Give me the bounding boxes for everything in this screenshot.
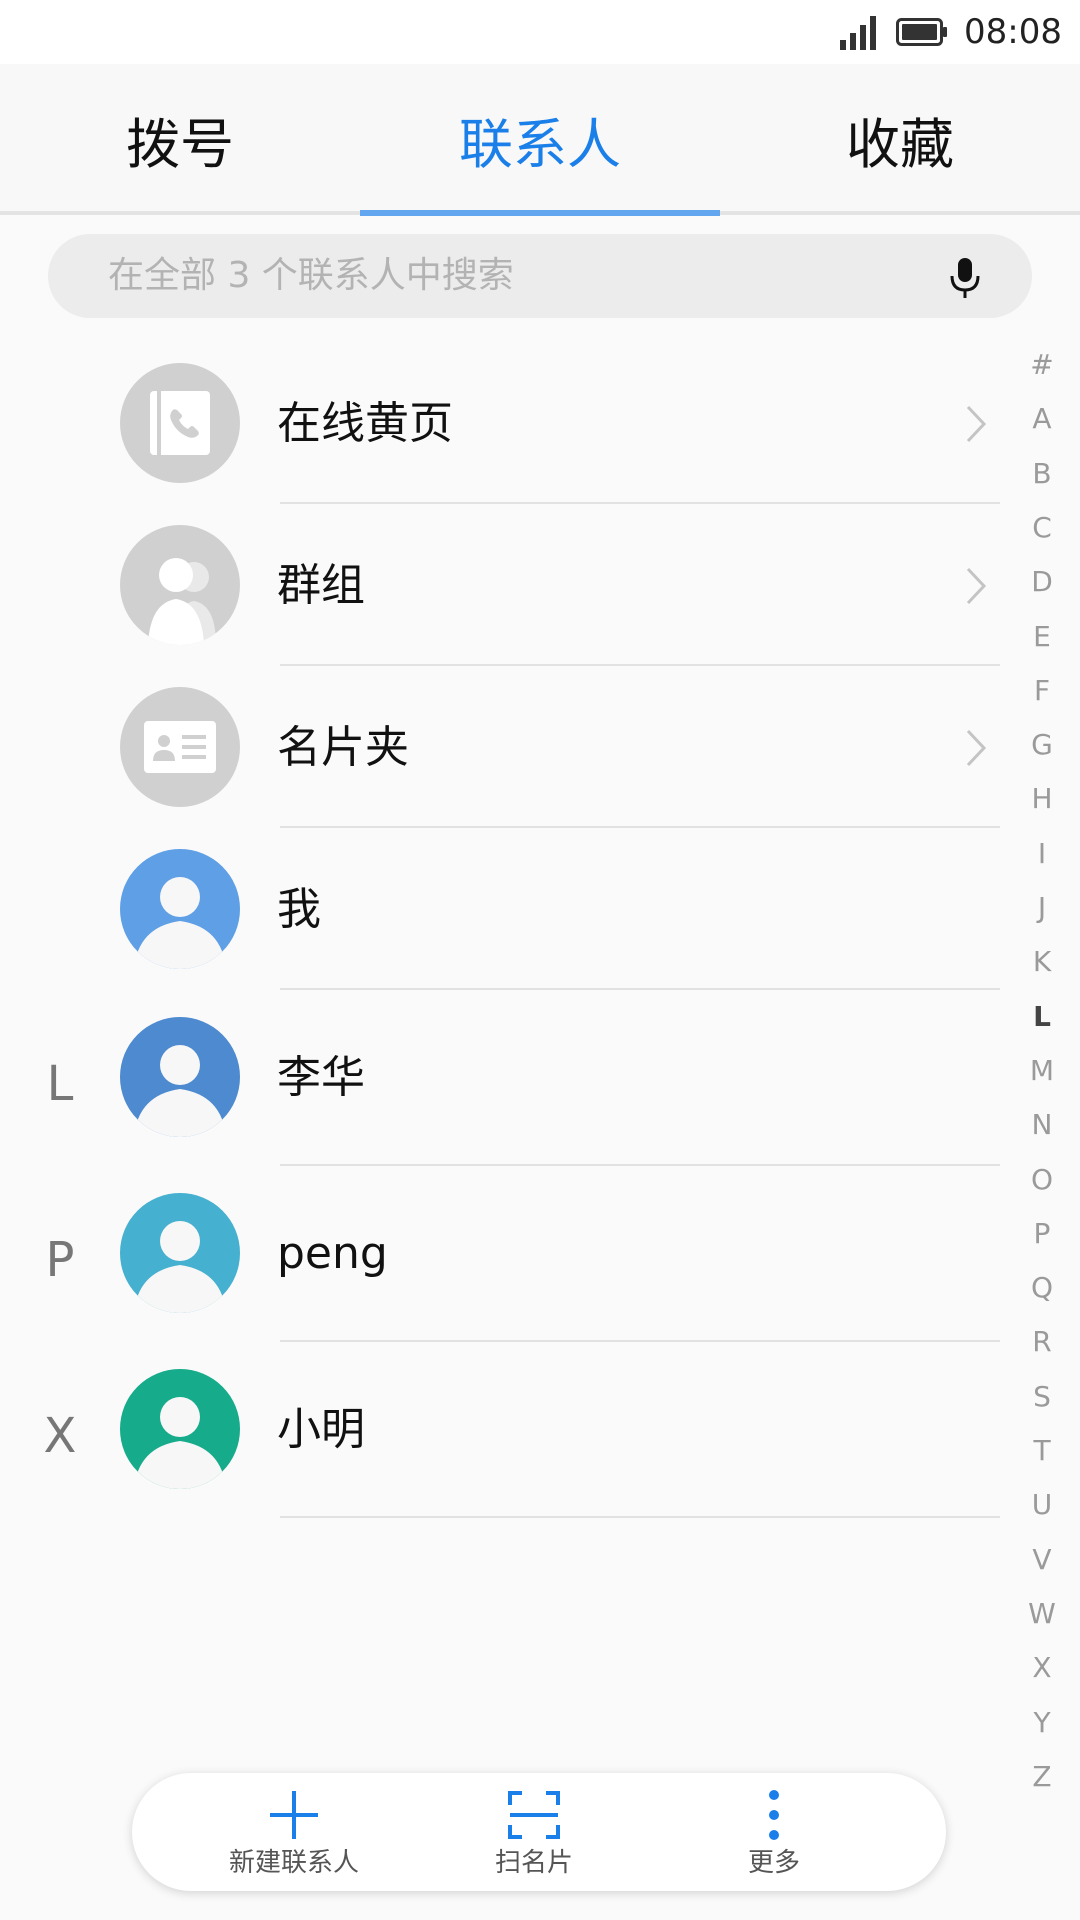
alphabet-index-item[interactable]: H [1020, 779, 1064, 819]
me-label: 我 [277, 884, 321, 935]
divider [280, 1516, 1000, 1518]
alphabet-index-item[interactable]: I [1020, 834, 1064, 874]
alphabet-index-item[interactable]: K [1020, 942, 1064, 982]
alphabet-index-item[interactable]: X [1020, 1648, 1064, 1688]
alphabet-index-item[interactable]: B [1020, 454, 1064, 494]
alphabet-index-item[interactable]: N [1020, 1105, 1064, 1145]
divider [280, 988, 1000, 990]
divider [280, 502, 1000, 504]
chevron-right-icon [966, 567, 987, 605]
alphabet-index-item[interactable]: G [1020, 725, 1064, 765]
alphabet-index-item[interactable]: L [1020, 997, 1064, 1037]
divider [280, 1164, 1000, 1166]
section-letter: X [43, 1408, 77, 1464]
new-contact-label: 新建联系人 [228, 1848, 359, 1878]
alphabet-index-item[interactable]: M [1020, 1051, 1064, 1091]
search-placeholder: 在全部 3 个联系人中搜索 [108, 255, 514, 296]
business-cards-label: 名片夹 [277, 722, 409, 773]
alphabet-index-item[interactable]: C [1020, 508, 1064, 548]
more-button[interactable]: 更多 [674, 1773, 874, 1891]
active-tab-indicator [360, 210, 720, 216]
tab-dialer[interactable]: 拨号 [0, 64, 360, 214]
group-icon [120, 525, 240, 645]
search-input[interactable]: 在全部 3 个联系人中搜索 [48, 234, 1032, 318]
section-letter: P [45, 1232, 75, 1288]
contact-name: 李华 [277, 1052, 365, 1103]
tab-contacts[interactable]: 联系人 [360, 64, 720, 214]
mic-icon[interactable] [948, 256, 982, 300]
alphabet-index-item[interactable]: R [1020, 1322, 1064, 1362]
status-time: 08:08 [964, 12, 1062, 52]
section-letter: L [46, 1056, 74, 1112]
yellow-pages-label: 在线黄页 [277, 398, 453, 449]
tab-bar: 拨号 联系人 收藏 [0, 64, 1080, 214]
signal-icon [840, 16, 876, 50]
alphabet-index-item[interactable]: J [1020, 888, 1064, 928]
avatar [120, 1017, 240, 1137]
battery-icon [896, 18, 947, 46]
divider [280, 1340, 1000, 1342]
alphabet-index-item[interactable]: V [1020, 1540, 1064, 1580]
alphabet-index-item[interactable]: S [1020, 1377, 1064, 1417]
alphabet-index-item[interactable]: D [1020, 562, 1064, 602]
more-label: 更多 [747, 1848, 800, 1878]
divider [280, 826, 1000, 828]
yellow-pages-icon [120, 363, 240, 483]
alphabet-index-item[interactable]: E [1020, 617, 1064, 657]
contact-name: 小明 [277, 1404, 365, 1455]
alphabet-index-item[interactable]: P [1020, 1214, 1064, 1254]
avatar [120, 849, 240, 969]
more-vertical-icon [769, 1790, 779, 1840]
tab-favorites[interactable]: 收藏 [720, 64, 1080, 214]
alphabet-index-item[interactable]: Q [1020, 1268, 1064, 1308]
alphabet-index-item[interactable]: T [1020, 1431, 1064, 1471]
avatar [120, 1193, 240, 1313]
status-bar: 08:08 [0, 0, 1080, 64]
scan-card-icon [508, 1791, 560, 1839]
alphabet-index-item[interactable]: W [1020, 1594, 1064, 1634]
alphabet-index-item[interactable]: F [1020, 671, 1064, 711]
contacts-screen: 08:08 拨号 联系人 收藏 在全部 3 个联系人中搜索 在线黄页 群组 名片… [0, 0, 1080, 1920]
alphabet-index-item[interactable]: Z [1020, 1757, 1064, 1797]
alphabet-index-item[interactable]: A [1020, 399, 1064, 439]
scan-card-button[interactable]: 扫名片 [434, 1773, 634, 1891]
alphabet-index-item[interactable]: O [1020, 1160, 1064, 1200]
alphabet-index-item[interactable]: Y [1020, 1703, 1064, 1743]
contact-name: peng [277, 1228, 388, 1279]
alphabet-index-item[interactable]: U [1020, 1485, 1064, 1525]
scan-card-label: 扫名片 [494, 1848, 573, 1878]
new-contact-button[interactable]: 新建联系人 [194, 1773, 394, 1891]
groups-label: 群组 [277, 560, 365, 611]
bottom-action-bar: 新建联系人 扫名片 更多 [132, 1773, 946, 1891]
alphabet-index-item[interactable]: # [1020, 345, 1064, 385]
chevron-right-icon [966, 729, 987, 767]
business-card-icon [120, 687, 240, 807]
plus-icon [270, 1791, 318, 1839]
divider [280, 664, 1000, 666]
chevron-right-icon [966, 405, 987, 443]
avatar [120, 1369, 240, 1489]
